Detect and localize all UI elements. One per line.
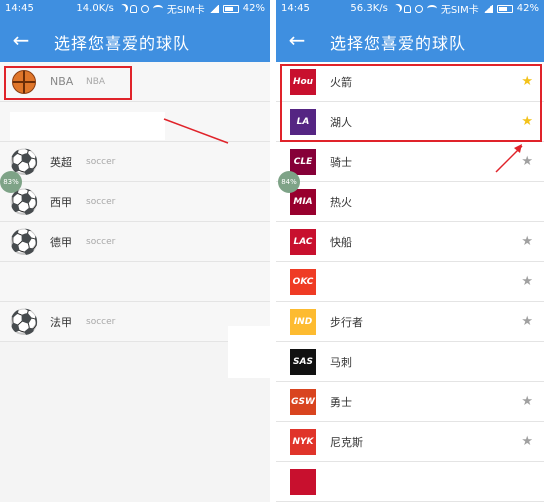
team-logo-icon: NYK bbox=[290, 428, 316, 455]
battery-level: 42% bbox=[516, 3, 539, 14]
carrier-label: 无SIM卡 bbox=[440, 5, 479, 16]
team-logo-icon bbox=[290, 468, 316, 495]
team-name: 热火 bbox=[330, 195, 352, 209]
league-sub: soccer bbox=[86, 316, 116, 327]
status-time: 14:45 bbox=[281, 3, 310, 14]
league-sub: soccer bbox=[86, 156, 116, 167]
soccer-ball-icon: ⚽ bbox=[9, 227, 39, 256]
league-row-bundesliga[interactable]: ⚽ 德甲 soccer bbox=[0, 222, 270, 262]
signal-icon bbox=[482, 4, 493, 13]
team-name: 马刺 bbox=[330, 355, 352, 369]
league-screen: 14:45 14.0K/s 无SIM卡 42% ← 选择您喜爱的球队 NBA N… bbox=[0, 0, 270, 502]
redaction-box bbox=[228, 326, 270, 378]
carrier-label: 无SIM卡 bbox=[166, 5, 205, 16]
team-row[interactable]: MIA 热火 bbox=[276, 182, 544, 222]
team-logo-icon: LAC bbox=[290, 228, 316, 255]
bell-icon bbox=[129, 4, 137, 13]
soccer-ball-icon: ⚽ bbox=[9, 187, 39, 216]
team-logo-icon: OKC bbox=[290, 268, 316, 295]
team-row[interactable] bbox=[276, 462, 544, 502]
status-bar: 14:45 56.3K/s 无SIM卡 42% bbox=[276, 0, 544, 17]
status-time: 14:45 bbox=[5, 3, 34, 14]
league-sub: soccer bbox=[86, 236, 116, 247]
moon-icon bbox=[392, 5, 400, 13]
wifi-icon bbox=[152, 5, 163, 12]
team-logo-icon: GSW bbox=[290, 388, 316, 415]
battery-level: 42% bbox=[242, 3, 265, 14]
status-bar: 14:45 14.0K/s 无SIM卡 42% bbox=[0, 0, 270, 17]
favorite-star-icon[interactable]: ★ bbox=[521, 434, 533, 449]
team-logo-icon: IND bbox=[290, 308, 316, 335]
team-row[interactable]: GSW 勇士 ★ bbox=[276, 382, 544, 422]
network-speed: 14.0K/s bbox=[76, 3, 114, 14]
team-name: 快船 bbox=[330, 235, 352, 249]
bell-icon bbox=[403, 4, 411, 13]
network-speed: 56.3K/s bbox=[350, 3, 388, 14]
annotation-arrow bbox=[163, 118, 229, 144]
team-logo-icon: CLE bbox=[290, 148, 316, 175]
redaction-box bbox=[10, 112, 165, 140]
team-name: 步行者 bbox=[330, 315, 363, 329]
team-row[interactable]: LAC 快船 ★ bbox=[276, 222, 544, 262]
team-row[interactable]: NYK 尼克斯 ★ bbox=[276, 422, 544, 462]
page-title: 选择您喜爱的球队 bbox=[330, 34, 467, 53]
favorite-star-icon[interactable]: ★ bbox=[521, 274, 533, 289]
back-arrow-icon[interactable]: ← bbox=[276, 17, 318, 62]
team-name: 勇士 bbox=[330, 395, 352, 409]
team-logo-icon: SAS bbox=[290, 348, 316, 375]
soccer-ball-icon: ⚽ bbox=[9, 307, 39, 336]
league-name: 英超 bbox=[50, 155, 72, 169]
team-name: 尼克斯 bbox=[330, 435, 363, 449]
clock-icon bbox=[414, 4, 423, 13]
league-name: 法甲 bbox=[50, 315, 72, 329]
clock-icon bbox=[140, 4, 149, 13]
status-icons: 56.3K/s 无SIM卡 42% bbox=[350, 1, 539, 16]
app-bar: ← 选择您喜爱的球队 bbox=[0, 17, 270, 62]
favorite-star-icon[interactable]: ★ bbox=[521, 394, 533, 409]
page-title: 选择您喜爱的球队 bbox=[54, 34, 191, 53]
progress-badge: 84% bbox=[278, 171, 300, 193]
redaction-box bbox=[316, 262, 356, 282]
team-screen: 14:45 56.3K/s 无SIM卡 42% ← 选择您喜爱的球队 Hou 火箭… bbox=[276, 0, 544, 502]
favorite-star-icon[interactable]: ★ bbox=[521, 314, 533, 329]
moon-icon bbox=[118, 5, 126, 13]
app-bar: ← 选择您喜爱的球队 bbox=[276, 17, 544, 62]
team-row[interactable]: IND 步行者 ★ bbox=[276, 302, 544, 342]
team-logo-icon: MIA bbox=[290, 188, 316, 215]
signal-icon bbox=[208, 4, 219, 13]
league-sub: soccer bbox=[86, 196, 116, 207]
soccer-ball-icon: ⚽ bbox=[9, 147, 39, 176]
battery-icon bbox=[222, 4, 239, 13]
team-name: 骑士 bbox=[330, 155, 352, 169]
annotation-arrow bbox=[495, 144, 523, 173]
battery-icon bbox=[496, 4, 513, 13]
status-icons: 14.0K/s 无SIM卡 42% bbox=[76, 1, 265, 16]
favorite-star-icon[interactable]: ★ bbox=[521, 234, 533, 249]
league-name: 德甲 bbox=[50, 235, 72, 249]
progress-badge: 83% bbox=[0, 171, 22, 193]
league-name: 西甲 bbox=[50, 195, 72, 209]
highlight-box bbox=[280, 64, 542, 142]
back-arrow-icon[interactable]: ← bbox=[0, 17, 42, 62]
wifi-icon bbox=[426, 5, 437, 12]
team-row[interactable]: SAS 马刺 bbox=[276, 342, 544, 382]
league-row-blank[interactable] bbox=[0, 262, 270, 302]
league-row-laliga[interactable]: ⚽ 西甲 soccer bbox=[0, 182, 270, 222]
highlight-box bbox=[4, 66, 132, 100]
